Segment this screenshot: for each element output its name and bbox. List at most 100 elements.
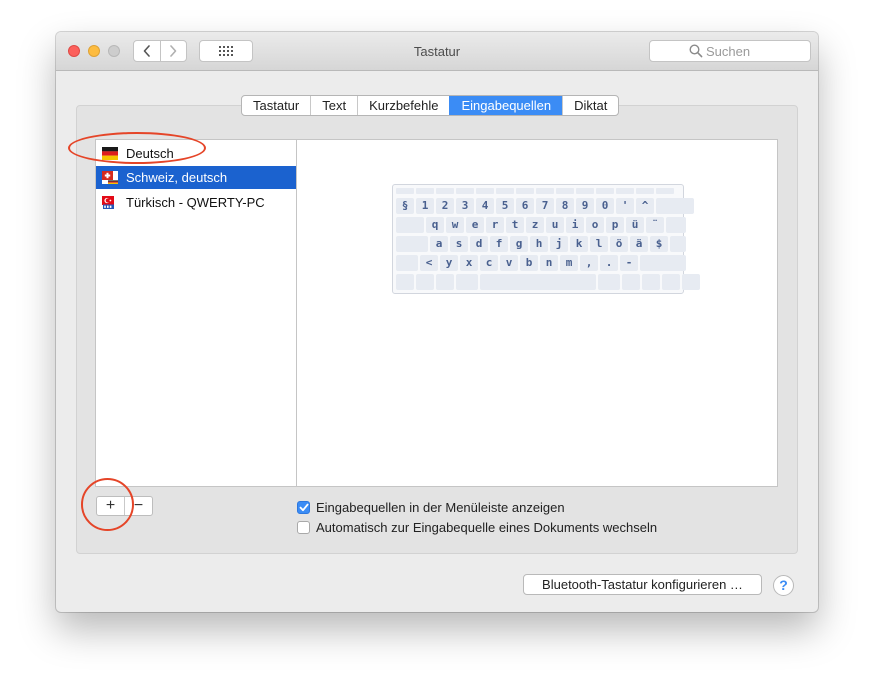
grid-icon (219, 46, 233, 56)
remove-source-button[interactable]: − (124, 497, 152, 515)
control-key (416, 274, 434, 290)
search-field[interactable] (649, 40, 811, 62)
left-shift-key (396, 255, 418, 271)
key: d (470, 236, 488, 252)
key: ö (610, 236, 628, 252)
key: h (530, 236, 548, 252)
key: 3 (456, 198, 474, 214)
key: § (396, 198, 414, 214)
key: m (560, 255, 578, 271)
minimize-window-button[interactable] (88, 45, 100, 57)
fn-key (396, 274, 414, 290)
forward-button[interactable] (159, 41, 187, 61)
key: ¨ (646, 217, 664, 233)
key: v (500, 255, 518, 271)
key: i (566, 217, 584, 233)
key: 2 (436, 198, 454, 214)
backspace-key (656, 198, 694, 214)
chevron-left-icon (143, 45, 150, 57)
close-window-button[interactable] (68, 45, 80, 57)
auto-switch-source-checkbox[interactable]: Automatisch zur Eingabequelle eines Doku… (297, 519, 657, 535)
key: o (586, 217, 604, 233)
key: < (420, 255, 438, 271)
key: ^ (636, 198, 654, 214)
keyboard-row-modifiers (396, 274, 700, 290)
tab-bar: Tastatur Text Kurzbefehle Eingabequellen… (241, 95, 620, 116)
source-label: Deutsch (126, 146, 174, 161)
source-label: Türkisch - QWERTY-PC (126, 195, 265, 210)
key: t (506, 217, 524, 233)
key: q (426, 217, 444, 233)
add-source-button[interactable]: + (97, 497, 124, 515)
tab-text[interactable]: Text (310, 96, 357, 115)
key: $ (650, 236, 668, 252)
search-icon (689, 44, 703, 58)
keyboard-row-qwertz: q w e r t z u i o p ü ¨ (396, 217, 686, 233)
checkbox-label: Automatisch zur Eingabequelle eines Doku… (316, 519, 658, 535)
keyboard-row-yxcv: < y x c v b n m , . - (396, 255, 686, 271)
right-shift-key (640, 255, 686, 271)
keyboard-row-numbers: § 1 2 3 4 5 6 7 8 9 0 ' ^ (396, 198, 694, 214)
key: l (590, 236, 608, 252)
arrow-right-key (682, 274, 700, 290)
show-in-menubar-checkbox[interactable]: Eingabequellen in der Menüleiste anzeige… (297, 499, 565, 515)
checkbox-checked[interactable] (297, 500, 310, 514)
source-item-deutsch[interactable]: Deutsch (96, 142, 296, 165)
arrow-down-key (662, 274, 680, 290)
tab-diktat[interactable]: Diktat (562, 96, 618, 115)
bluetooth-keyboard-setup-button[interactable]: Bluetooth-Tastatur konfigurieren … (523, 574, 762, 595)
keyboard-row-asdf: a s d f g h j k l ö ä $ (396, 236, 686, 252)
help-button[interactable]: ? (773, 575, 794, 596)
key: e (466, 217, 484, 233)
flag-turkey-icon (102, 196, 114, 209)
flag-switzerland-icon (102, 171, 118, 184)
source-item-schweiz-deutsch[interactable]: Schweiz, deutsch (96, 166, 296, 189)
return-key (666, 217, 686, 233)
key: g (510, 236, 528, 252)
right-command-key (598, 274, 620, 290)
tab-tastatur[interactable]: Tastatur (242, 96, 310, 115)
key: - (620, 255, 638, 271)
space-key (480, 274, 596, 290)
key: j (550, 236, 568, 252)
tab-eingabequellen[interactable]: Eingabequellen (449, 96, 563, 115)
key: 6 (516, 198, 534, 214)
input-source-list[interactable]: Deutsch Schweiz, deutsch Türkisch - QWER… (95, 139, 297, 487)
key: p (606, 217, 624, 233)
key: k (570, 236, 588, 252)
option-key (436, 274, 454, 290)
key: 9 (576, 198, 594, 214)
key: 7 (536, 198, 554, 214)
key: ü (626, 217, 644, 233)
key: s (450, 236, 468, 252)
title-bar: Tastatur (56, 32, 818, 71)
zoom-window-button[interactable] (108, 45, 120, 57)
tab-key (396, 217, 424, 233)
key: f (490, 236, 508, 252)
right-option-key (622, 274, 640, 290)
key: b (520, 255, 538, 271)
key: 0 (596, 198, 614, 214)
search-input[interactable] (706, 43, 804, 59)
source-label: Schweiz, deutsch (126, 170, 228, 185)
key: ' (616, 198, 634, 214)
key: n (540, 255, 558, 271)
key: z (526, 217, 544, 233)
arrow-left-key (642, 274, 660, 290)
checkmark-icon (299, 503, 308, 511)
key: 1 (416, 198, 434, 214)
source-item-tuerkisch-qwerty-pc[interactable]: Türkisch - QWERTY-PC (96, 191, 296, 214)
key: 5 (496, 198, 514, 214)
command-key (456, 274, 478, 290)
add-remove-buttons: + − (96, 496, 153, 516)
show-all-button[interactable] (199, 40, 253, 62)
tab-kurzbefehle[interactable]: Kurzbefehle (357, 96, 449, 115)
key: 8 (556, 198, 574, 214)
checkbox-unchecked[interactable] (297, 520, 310, 534)
back-button[interactable] (134, 41, 160, 61)
flag-germany-icon (102, 147, 118, 160)
key: y (440, 255, 458, 271)
key: c (480, 255, 498, 271)
window-title: Tastatur (413, 44, 461, 59)
key: 4 (476, 198, 494, 214)
